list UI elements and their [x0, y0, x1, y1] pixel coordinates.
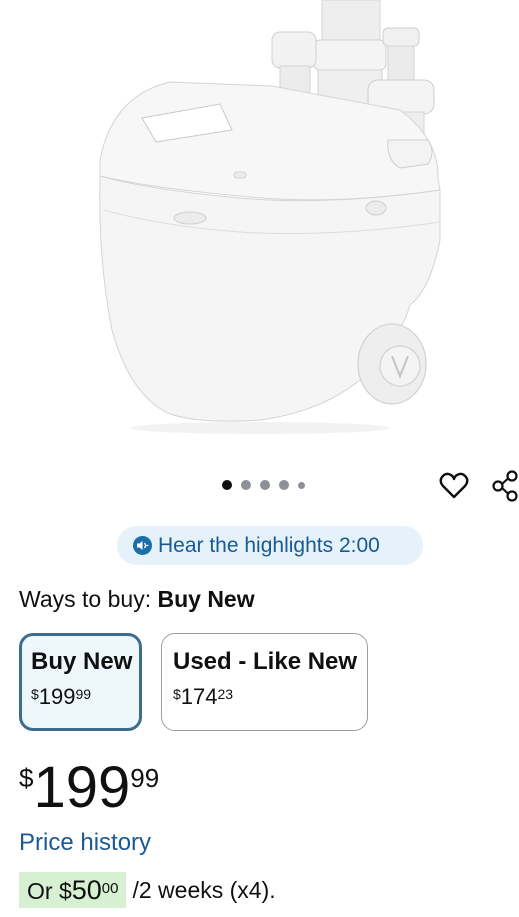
- carousel-dot-4[interactable]: [279, 480, 289, 490]
- main-price: $19999: [19, 755, 159, 821]
- share-button[interactable]: [489, 470, 519, 502]
- price-history-link[interactable]: Price history: [19, 829, 151, 857]
- buy-option-price: $17423: [173, 684, 234, 709]
- buy-option-title: Used - Like New: [173, 648, 358, 675]
- ways-to-buy-selected: Buy New: [157, 586, 255, 612]
- buy-option-price: $19999: [31, 684, 92, 709]
- carousel-dot-1[interactable]: [222, 480, 232, 490]
- carousel-dot-3[interactable]: [260, 480, 270, 490]
- ways-to-buy-label: Ways to buy:: [19, 586, 152, 612]
- ways-to-buy-heading: Ways to buy: Buy New: [19, 586, 255, 613]
- share-icon: [492, 470, 518, 502]
- heart-icon: [439, 472, 469, 499]
- installment-highlight: Or $50 00: [19, 872, 127, 908]
- favorite-button[interactable]: [438, 470, 470, 502]
- carousel-dot-5[interactable]: [298, 481, 305, 489]
- price-fraction: 99: [130, 763, 160, 793]
- speaker-icon: [133, 536, 152, 555]
- hear-highlights-label: Hear the highlights 2:00: [158, 533, 380, 557]
- hear-highlights-button[interactable]: Hear the highlights 2:00: [117, 526, 423, 565]
- installment-offer: Or $50 00 /2 weeks (x4).: [19, 872, 276, 908]
- buy-option-new[interactable]: Buy New $19999: [19, 633, 142, 731]
- buy-option-used-like-new[interactable]: Used - Like New $17423: [161, 633, 368, 731]
- product-image[interactable]: [0, 0, 519, 455]
- carousel-dot-2[interactable]: [241, 480, 251, 490]
- price-whole: 199: [33, 755, 131, 820]
- installment-terms: /2 weeks (x4).: [132, 876, 276, 903]
- buy-option-title: Buy New: [31, 648, 133, 675]
- image-carousel-indicator[interactable]: [222, 480, 305, 490]
- price-currency: $: [19, 763, 34, 793]
